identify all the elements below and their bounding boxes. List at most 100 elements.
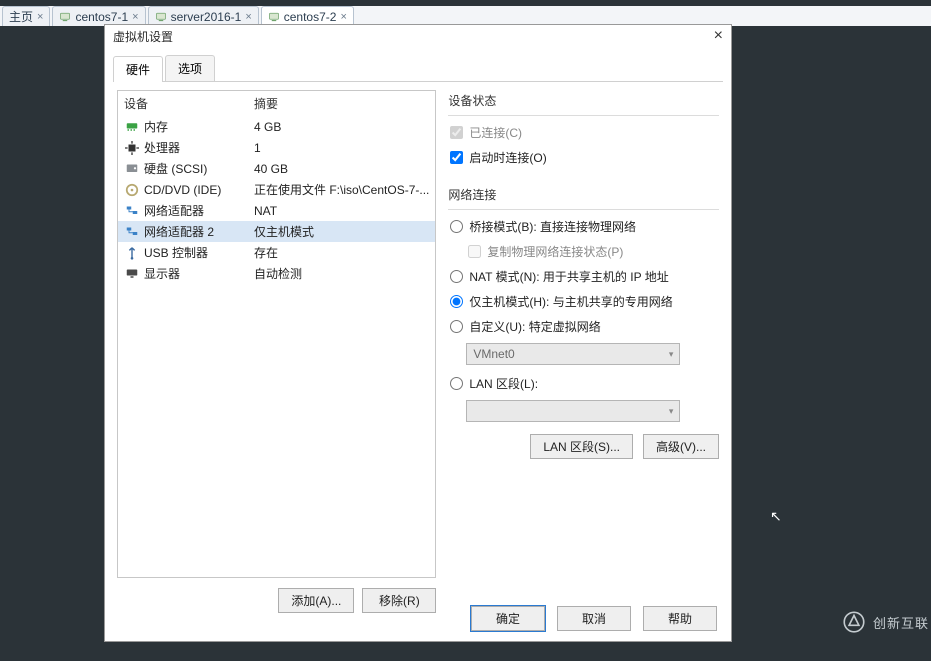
vm-tabbar: 主页 × centos7-1 × server2016-1 × centos7-… (0, 6, 931, 26)
dialog-title: 虚拟机设置 (113, 28, 173, 45)
group-title: 网络连接 (448, 184, 719, 210)
hardware-row[interactable]: 网络适配器 2仅主机模式 (118, 221, 435, 242)
chevron-down-icon: ▾ (669, 349, 674, 360)
vm-icon (59, 11, 71, 23)
custom-vmnet-value: VMnet0 (473, 347, 514, 361)
tab-label: centos7-2 (284, 10, 337, 24)
lan-segments-button[interactable]: LAN 区段(S)... (530, 434, 633, 459)
group-title: 设备状态 (448, 90, 719, 116)
device-name: CD/DVD (IDE) (144, 183, 254, 197)
device-summary: 自动检测 (254, 265, 429, 282)
connect-at-poweron-checkbox[interactable]: 启动时连接(O) (448, 147, 719, 172)
cancel-button[interactable]: 取消 (557, 606, 631, 631)
device-state-group: 设备状态 已连接(C) 启动时连接(O) (448, 90, 719, 172)
device-summary: 仅主机模式 (254, 223, 429, 240)
replicate-label: 复制物理网络连接状态(P) (487, 243, 623, 260)
hardware-row[interactable]: USB 控制器存在 (118, 242, 435, 263)
hardware-list[interactable]: 设备 摘要 内存4 GB处理器1硬盘 (SCSI)40 GBCD/DVD (ID… (117, 90, 436, 578)
close-icon[interactable]: × (132, 11, 138, 23)
device-summary: 4 GB (254, 120, 429, 134)
col-summary: 摘要 (254, 95, 429, 112)
tab-hardware[interactable]: 硬件 (113, 56, 163, 82)
custom-input[interactable] (450, 320, 463, 333)
watermark: 创新互联 (841, 609, 929, 635)
tab-label: server2016-1 (171, 10, 242, 24)
vm-icon (155, 11, 167, 23)
connected-checkbox: 已连接(C) (448, 122, 719, 147)
hardware-list-header: 设备 摘要 (118, 91, 435, 116)
bridged-radio[interactable]: 桥接模式(B): 直接连接物理网络 (448, 216, 719, 241)
device-summary: 存在 (254, 244, 429, 261)
lanseg-radio[interactable]: LAN 区段(L): (448, 373, 719, 398)
memory-icon (124, 120, 140, 134)
close-icon[interactable]: × (340, 11, 346, 23)
watermark-logo-icon (841, 609, 867, 635)
hardware-row[interactable]: 网络适配器NAT (118, 200, 435, 221)
hostonly-input[interactable] (450, 295, 463, 308)
device-name: 内存 (144, 118, 254, 135)
hardware-row[interactable]: 显示器自动检测 (118, 263, 435, 284)
lanseg-select: ▾ (466, 400, 680, 422)
remove-button[interactable]: 移除(R) (362, 588, 436, 613)
hardware-row[interactable]: 处理器1 (118, 137, 435, 158)
lanseg-label: LAN 区段(L): (469, 375, 538, 392)
lanseg-input[interactable] (450, 377, 463, 390)
connected-input (450, 126, 463, 139)
bridged-input[interactable] (450, 220, 463, 233)
tab-home[interactable]: 主页 × (2, 6, 50, 26)
tab-server2016-1[interactable]: server2016-1 × (148, 6, 259, 26)
display-icon (124, 267, 140, 281)
connect-at-poweron-label: 启动时连接(O) (469, 149, 546, 166)
dialog-titlebar: 虚拟机设置 × (105, 25, 731, 47)
replicate-input (468, 245, 481, 258)
vm-icon (268, 11, 280, 23)
network-connection-group: 网络连接 桥接模式(B): 直接连接物理网络 复制物理网络连接状态(P) NAT… (448, 184, 719, 422)
device-name: 显示器 (144, 265, 254, 282)
device-name: 网络适配器 (144, 202, 254, 219)
tab-options[interactable]: 选项 (165, 55, 215, 81)
nat-radio[interactable]: NAT 模式(N): 用于共享主机的 IP 地址 (448, 266, 719, 291)
advanced-button[interactable]: 高级(V)... (643, 434, 719, 459)
nat-label: NAT 模式(N): 用于共享主机的 IP 地址 (469, 268, 668, 285)
hostonly-label: 仅主机模式(H): 与主机共享的专用网络 (469, 293, 672, 310)
dialog-tabs: 硬件 选项 (113, 55, 723, 82)
device-summary: 正在使用文件 F:\iso\CentOS-7-... (254, 181, 429, 198)
tab-centos7-2[interactable]: centos7-2 × (261, 6, 354, 26)
tab-centos7-1[interactable]: centos7-1 × (52, 6, 145, 26)
device-summary: 40 GB (254, 162, 429, 176)
network-icon (124, 225, 140, 239)
disk-icon (124, 162, 140, 176)
device-summary: 1 (254, 141, 429, 155)
bridged-label: 桥接模式(B): 直接连接物理网络 (469, 218, 636, 235)
connect-at-poweron-input[interactable] (450, 151, 463, 164)
cpu-icon (124, 141, 140, 155)
custom-vmnet-select: VMnet0 ▾ (466, 343, 680, 365)
custom-radio[interactable]: 自定义(U): 特定虚拟网络 (448, 316, 719, 341)
close-icon[interactable]: × (714, 27, 723, 45)
network-icon (124, 204, 140, 218)
chevron-down-icon: ▾ (669, 406, 674, 417)
usb-icon (124, 246, 140, 260)
close-icon[interactable]: × (37, 11, 43, 23)
cd-icon (124, 183, 140, 197)
hardware-row[interactable]: CD/DVD (IDE)正在使用文件 F:\iso\CentOS-7-... (118, 179, 435, 200)
ok-button[interactable]: 确定 (471, 606, 545, 631)
watermark-text: 创新互联 (873, 613, 929, 632)
device-name: 硬盘 (SCSI) (144, 160, 254, 177)
help-button[interactable]: 帮助 (643, 606, 717, 631)
custom-label: 自定义(U): 特定虚拟网络 (469, 318, 600, 335)
device-name: 处理器 (144, 139, 254, 156)
cursor-icon: ↖ (770, 508, 782, 525)
replicate-checkbox: 复制物理网络连接状态(P) (448, 241, 719, 266)
nat-input[interactable] (450, 270, 463, 283)
hostonly-radio[interactable]: 仅主机模式(H): 与主机共享的专用网络 (448, 291, 719, 316)
add-button[interactable]: 添加(A)... (278, 588, 354, 613)
device-name: 网络适配器 2 (144, 223, 254, 240)
device-name: USB 控制器 (144, 244, 254, 261)
close-icon[interactable]: × (245, 11, 251, 23)
tab-label: 主页 (9, 8, 33, 25)
vm-settings-dialog: 虚拟机设置 × 硬件 选项 设备 摘要 内存4 GB处理器1硬盘 (SCSI)4… (104, 24, 732, 642)
hardware-row[interactable]: 硬盘 (SCSI)40 GB (118, 158, 435, 179)
connected-label: 已连接(C) (469, 124, 522, 141)
hardware-row[interactable]: 内存4 GB (118, 116, 435, 137)
